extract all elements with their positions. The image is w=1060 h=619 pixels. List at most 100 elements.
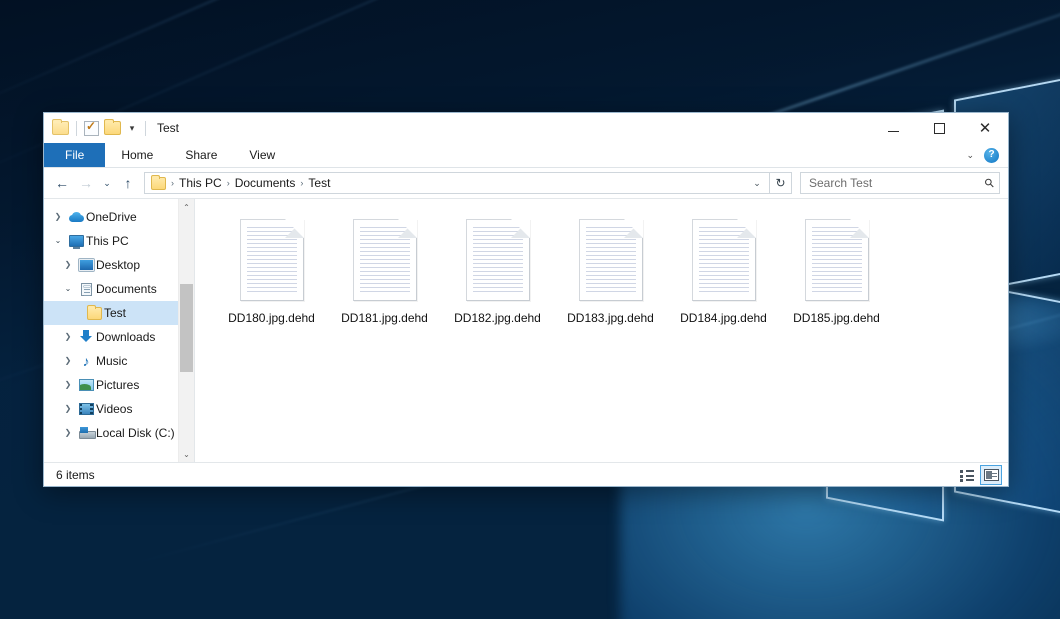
file-icon-wrap	[573, 217, 649, 305]
chevron-right-icon[interactable]: ❯	[60, 429, 76, 437]
generic-document-icon	[692, 219, 756, 301]
chevron-right-icon[interactable]: ❯	[60, 357, 76, 365]
breadcrumb-dropdown-icon[interactable]: ⌄	[749, 173, 765, 193]
divider	[145, 121, 146, 136]
refresh-button[interactable]: ↻	[770, 172, 792, 194]
scrollbar-thumb[interactable]	[180, 284, 193, 372]
sidebar-item-videos[interactable]: ❯ Videos	[44, 397, 178, 421]
breadcrumb-item-this-pc[interactable]: This PC	[175, 173, 226, 193]
sidebar-item-onedrive[interactable]: ❯ OneDrive	[44, 205, 178, 229]
expand-ribbon-icon[interactable]: ⌄	[966, 150, 974, 161]
title-bar: ▾ Test ✕	[44, 113, 1008, 143]
quick-access-toolbar: ▾	[52, 121, 148, 136]
chevron-right-icon[interactable]: ❯	[50, 213, 66, 221]
folder-tree: ❯ OneDrive ⌄ This PC ❯ Desktop	[44, 199, 178, 462]
divider	[76, 121, 77, 136]
sidebar-item-test[interactable]: Test	[44, 301, 178, 325]
close-icon: ✕	[979, 121, 992, 136]
music-icon: ♪	[76, 354, 96, 368]
document-fold	[737, 219, 756, 238]
chevron-down-icon[interactable]: ⌄	[50, 237, 66, 245]
desktop: ▾ Test ✕ File Home Share View ⌄ ?	[0, 0, 1060, 619]
document-fold	[624, 219, 643, 238]
sidebar-item-label: Test	[104, 306, 126, 320]
file-icon-wrap	[234, 217, 310, 305]
sidebar-item-label: Downloads	[96, 330, 155, 344]
ribbon-spacer	[291, 143, 966, 167]
desktop-icon	[76, 259, 96, 271]
tab-home[interactable]: Home	[105, 143, 169, 167]
properties-icon[interactable]	[84, 121, 99, 136]
file-list-view[interactable]: DD180.jpg.dehd DD181.jpg.dehd	[195, 199, 1008, 462]
generic-document-icon	[240, 219, 304, 301]
videos-icon	[76, 403, 96, 415]
breadcrumb-item-test[interactable]: Test	[304, 173, 334, 193]
file-icon-wrap	[686, 217, 762, 305]
document-fold	[398, 219, 417, 238]
minimize-button[interactable]	[870, 113, 916, 143]
file-item[interactable]: DD182.jpg.dehd	[441, 213, 554, 335]
file-icon-wrap	[347, 217, 423, 305]
generic-document-icon	[466, 219, 530, 301]
help-icon[interactable]: ?	[984, 148, 999, 163]
downloads-icon	[76, 330, 96, 344]
address-bar: ← → ⌄ ↑ › This PC › Documents › Test ⌄ ↻…	[44, 168, 1008, 198]
search-input[interactable]: Search Test	[809, 176, 985, 190]
disk-icon	[76, 427, 96, 439]
cloud-icon	[66, 212, 86, 222]
scroll-down-icon[interactable]: ⌄	[179, 446, 194, 462]
new-folder-icon[interactable]	[104, 121, 121, 135]
large-icons-view-button[interactable]	[980, 465, 1002, 485]
chevron-right-icon[interactable]: ❯	[60, 381, 76, 389]
search-box[interactable]: Search Test ⚲	[800, 172, 1000, 194]
sidebar-item-music[interactable]: ❯ ♪ Music	[44, 349, 178, 373]
file-item[interactable]: DD185.jpg.dehd	[780, 213, 893, 335]
breadcrumb-item-documents[interactable]: Documents	[231, 173, 300, 193]
close-button[interactable]: ✕	[962, 113, 1008, 143]
document-fold	[850, 219, 869, 238]
sidebar-item-documents[interactable]: ⌄ Documents	[44, 277, 178, 301]
file-item[interactable]: DD184.jpg.dehd	[667, 213, 780, 335]
details-view-button[interactable]	[956, 465, 978, 485]
chevron-right-icon[interactable]: ❯	[60, 405, 76, 413]
file-item[interactable]: DD183.jpg.dehd	[554, 213, 667, 335]
chevron-down-icon[interactable]: ⌄	[60, 285, 76, 293]
tab-file[interactable]: File	[44, 143, 105, 167]
sidebar-item-label: This PC	[86, 234, 129, 248]
sidebar-item-label: Local Disk (C:)	[96, 426, 175, 440]
ribbon-tabs: File Home Share View ⌄ ?	[44, 143, 1008, 168]
chevron-down-icon[interactable]: ▾	[126, 124, 138, 133]
sidebar-item-label: Documents	[96, 282, 157, 296]
status-bar: 6 items	[44, 462, 1008, 486]
generic-document-icon	[353, 219, 417, 301]
sidebar-item-downloads[interactable]: ❯ Downloads	[44, 325, 178, 349]
document-fold	[511, 219, 530, 238]
sidebar-scrollbar[interactable]: ⌃ ⌄	[178, 199, 194, 462]
scrollbar-track[interactable]	[179, 215, 194, 446]
tab-share[interactable]: Share	[169, 143, 233, 167]
back-button[interactable]: ←	[50, 171, 74, 195]
forward-button: →	[74, 171, 98, 195]
recent-locations-button[interactable]: ⌄	[98, 171, 116, 195]
file-explorer-window: ▾ Test ✕ File Home Share View ⌄ ?	[43, 112, 1009, 487]
up-button[interactable]: ↑	[116, 171, 140, 195]
sidebar-item-desktop[interactable]: ❯ Desktop	[44, 253, 178, 277]
sidebar-item-local-disk-c[interactable]: ❯ Local Disk (C:)	[44, 421, 178, 445]
tab-view[interactable]: View	[233, 143, 291, 167]
maximize-button[interactable]	[916, 113, 962, 143]
sidebar-item-this-pc[interactable]: ⌄ This PC	[44, 229, 178, 253]
documents-icon	[76, 283, 96, 296]
chevron-right-icon[interactable]: ❯	[60, 261, 76, 269]
file-item[interactable]: DD180.jpg.dehd	[215, 213, 328, 335]
sidebar-item-label: Desktop	[96, 258, 140, 272]
sidebar-item-pictures[interactable]: ❯ Pictures	[44, 373, 178, 397]
file-item[interactable]: DD181.jpg.dehd	[328, 213, 441, 335]
folder-icon[interactable]	[52, 121, 69, 135]
scroll-up-icon[interactable]: ⌃	[179, 199, 194, 215]
breadcrumb[interactable]: › This PC › Documents › Test ⌄	[144, 172, 770, 194]
document-fold	[285, 219, 304, 238]
chevron-right-icon[interactable]: ❯	[60, 333, 76, 341]
window-controls: ✕	[870, 113, 1008, 143]
pictures-icon	[76, 379, 96, 391]
sidebar-item-label: Pictures	[96, 378, 139, 392]
